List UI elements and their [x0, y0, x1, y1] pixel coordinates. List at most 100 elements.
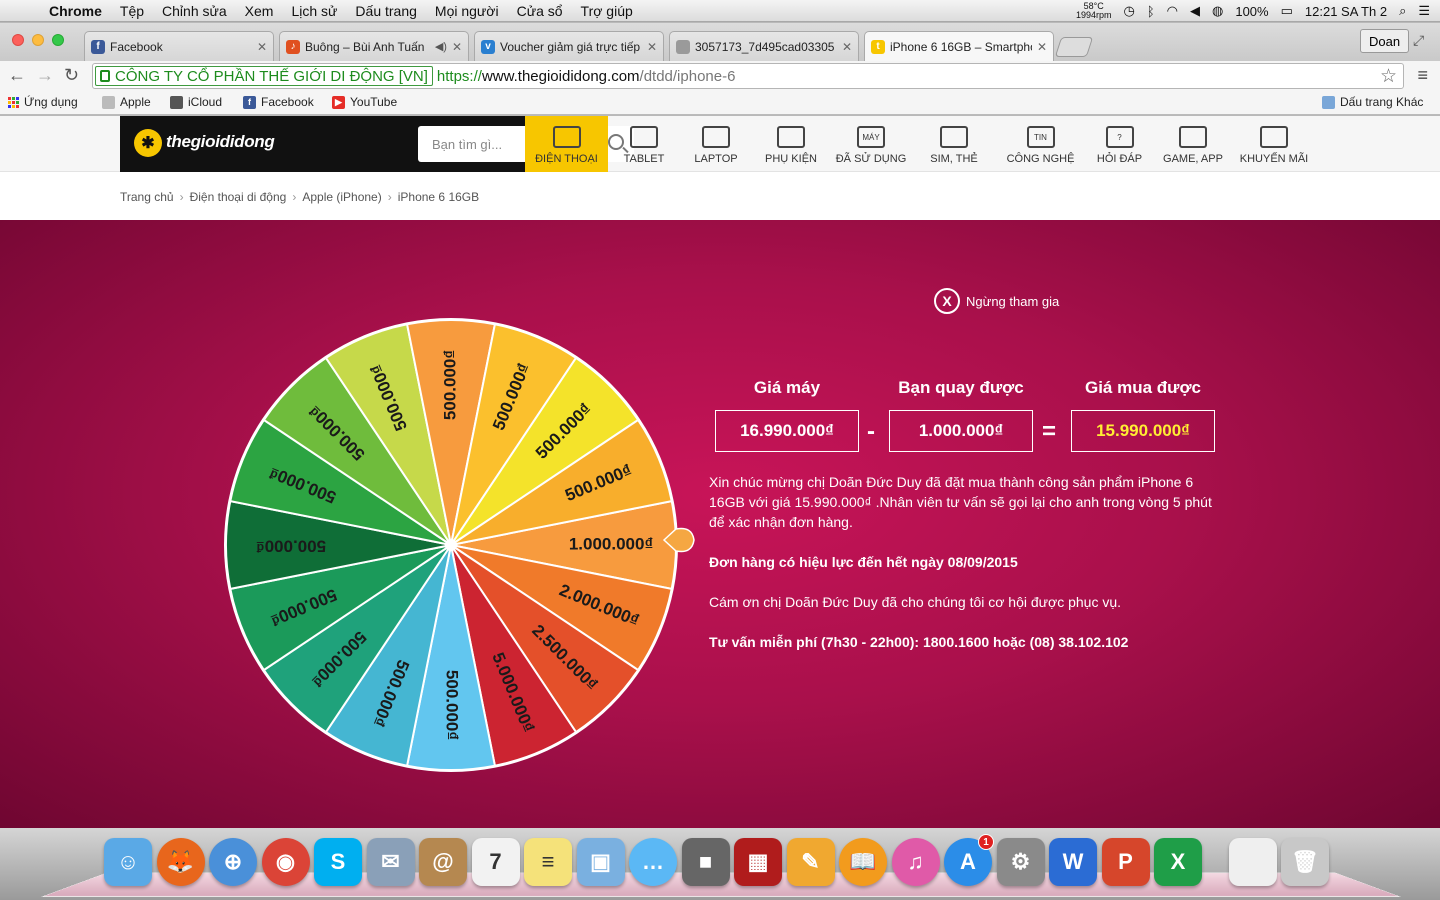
word-icon[interactable]: W [1049, 838, 1097, 886]
nav-item[interactable]: TABLET [608, 116, 680, 172]
battery-icon[interactable]: ▭ [1281, 3, 1293, 19]
bookmark-item[interactable]: ▶ YouTube [332, 95, 397, 109]
preview-icon[interactable]: ▣ [576, 838, 625, 886]
trash-icon[interactable]: 🗑 [1281, 838, 1329, 886]
menu-history[interactable]: Lịch sử [282, 3, 346, 19]
mail-stamp-icon[interactable]: ✉ [366, 838, 415, 886]
lucky-wheel[interactable]: 1.000.000₫2.000.000₫2.500.000₫5.000.000₫… [222, 316, 680, 774]
photo-booth-icon[interactable]: ▦ [734, 838, 782, 886]
nav-item[interactable]: PHỤ KIỆN [752, 116, 830, 172]
close-tab-icon[interactable]: ✕ [647, 40, 657, 54]
tech-news-icon: TIN [1026, 126, 1055, 148]
dock-icon-glyph: ⚙ [1010, 849, 1031, 874]
app-store-icon[interactable]: A1 [944, 834, 994, 886]
bookmark-item[interactable]: Apple [102, 95, 151, 109]
contacts-icon[interactable]: @ [419, 838, 467, 886]
nav-item[interactable]: ? HỎI ĐÁP [1085, 116, 1154, 172]
browser-tab[interactable]: t iPhone 6 16GB – Smartpho ✕ [864, 31, 1054, 61]
notification-center-icon[interactable]: ☰ [1418, 3, 1430, 19]
close-tab-icon[interactable]: ✕ [842, 40, 852, 54]
app-menu[interactable]: Chrome [40, 3, 111, 19]
browser-tab[interactable]: v Voucher giảm giá trực tiếp ✕ [474, 31, 664, 61]
menu-edit[interactable]: Chỉnh sửa [153, 3, 236, 19]
browser-tab[interactable]: f Facebook ✕ [84, 31, 274, 61]
bookmark-apps[interactable]: Ứng dụng [8, 95, 78, 109]
dock-icon-glyph: 🦊 [166, 849, 195, 874]
excel-icon[interactable]: X [1154, 838, 1202, 886]
volume-icon[interactable]: ◀ [1190, 3, 1200, 19]
powerpoint-icon[interactable]: P [1101, 838, 1150, 886]
skype-icon[interactable]: S [314, 838, 362, 886]
nav-item[interactable]: MÁY ĐÃ SỬ DỤNG [830, 116, 912, 172]
close-window-button[interactable] [12, 34, 24, 46]
menu-view[interactable]: Xem [236, 3, 283, 19]
wifi-icon[interactable]: ◠ [1167, 3, 1178, 19]
apple-icon [170, 95, 183, 109]
nav-item[interactable]: TIN CÔNG NGHỆ [996, 116, 1085, 172]
notification-badge: 1 [978, 834, 994, 850]
system-preferences-icon[interactable]: ⚙ [996, 838, 1045, 886]
url-scheme: https:// [436, 67, 482, 85]
won-value-box: 1.000.000₫ [889, 410, 1033, 452]
bookmark-item[interactable]: f Facebook [243, 95, 314, 109]
menu-people[interactable]: Mọi người [426, 3, 508, 19]
firefox-icon[interactable]: 🦊 [156, 838, 205, 886]
stop-participating-button[interactable]: X Ngừng tham gia [934, 288, 1059, 314]
chrome-icon[interactable]: ◉ [261, 838, 310, 886]
close-tab-icon[interactable]: ✕ [257, 40, 267, 54]
facetime-icon[interactable]: ■ [681, 838, 730, 886]
ev-certificate-badge[interactable]: CÔNG TY CỔ PHẦN THẾ GIỚI DI ĐỘNG [VN] [95, 66, 433, 86]
nav-item[interactable]: SIM, THẺ [912, 116, 996, 172]
menu-file[interactable]: Tệp [111, 3, 153, 19]
document-stack-icon[interactable] [1228, 838, 1277, 886]
nav-item[interactable]: ĐIỆN THOẠI [525, 116, 608, 172]
breadcrumb-item[interactable]: Apple (iPhone) [302, 190, 381, 204]
bookmark-star-icon[interactable]: ☆ [1380, 65, 1397, 88]
notes-icon[interactable]: ≡ [524, 838, 572, 886]
browser-tab[interactable]: 3057173_7d495cad03305 ✕ [669, 31, 859, 61]
facebook-icon: f [91, 39, 105, 54]
chrome-menu-icon[interactable]: ≡ [1417, 65, 1428, 86]
close-tab-icon[interactable]: ✕ [1037, 40, 1047, 54]
new-tab-button[interactable] [1054, 37, 1094, 57]
won-label: Bạn quay được [898, 378, 1024, 397]
browser-tab[interactable]: ♪ Buông – Bùi Anh Tuấn ◀) ✕ [279, 31, 469, 61]
pages-icon[interactable]: ✎ [786, 838, 835, 886]
profile-button[interactable]: Doan [1360, 29, 1410, 53]
thegioididong-logo-icon[interactable]: ✱ [134, 129, 162, 157]
close-tab-icon[interactable]: ✕ [452, 40, 462, 54]
breadcrumb-item[interactable]: Trang chủ [120, 190, 174, 204]
speaker-icon[interactable]: ◀) [435, 40, 447, 53]
input-source-icon[interactable]: ◍ [1212, 3, 1223, 19]
gift-icon [1260, 126, 1288, 148]
gamepad-icon [1179, 126, 1207, 148]
time-machine-icon[interactable]: ◷ [1124, 3, 1135, 19]
minimize-window-button[interactable] [32, 34, 44, 46]
bookmark-other-folder[interactable]: Dấu trang Khác [1322, 95, 1423, 109]
clock[interactable]: 12:21 SA Th 2 [1305, 4, 1387, 19]
calendar-icon[interactable]: 7 [471, 838, 520, 886]
back-button[interactable]: ← [8, 65, 26, 86]
bookmark-item[interactable]: iCloud [170, 95, 222, 109]
finder-icon[interactable]: ☺ [104, 838, 152, 886]
menu-window[interactable]: Cửa sổ [508, 3, 572, 19]
breadcrumb-item[interactable]: Điện thoại di động [190, 190, 287, 204]
temperature-monitor[interactable]: 58°C 1994rpm [1076, 2, 1112, 20]
messages-icon[interactable]: … [629, 838, 677, 886]
site-logo-text[interactable]: thegioididong [166, 132, 275, 152]
itunes-icon[interactable]: ♫ [891, 838, 940, 886]
reload-button[interactable]: ↻ [64, 65, 79, 86]
nav-item[interactable]: GAME, APP [1154, 116, 1232, 172]
nav-item[interactable]: LAPTOP [680, 116, 752, 172]
spotlight-search-icon[interactable]: ⌕ [1399, 3, 1406, 19]
address-bar[interactable]: CÔNG TY CỔ PHẦN THẾ GIỚI DI ĐỘNG [VN] ht… [92, 63, 1404, 89]
nav-item[interactable]: KHUYẾN MÃI [1232, 116, 1316, 172]
forward-button[interactable]: → [36, 65, 54, 86]
fullscreen-icon[interactable]: ⤢ [1413, 32, 1424, 49]
menu-help[interactable]: Trợ giúp [572, 3, 642, 19]
ibooks-icon[interactable]: 📖 [839, 838, 887, 886]
zoom-window-button[interactable] [52, 34, 64, 46]
safari-icon[interactable]: ⊕ [209, 838, 257, 886]
bluetooth-icon[interactable]: ᛒ [1147, 4, 1155, 19]
menu-bookmarks[interactable]: Dấu trang [346, 3, 425, 19]
